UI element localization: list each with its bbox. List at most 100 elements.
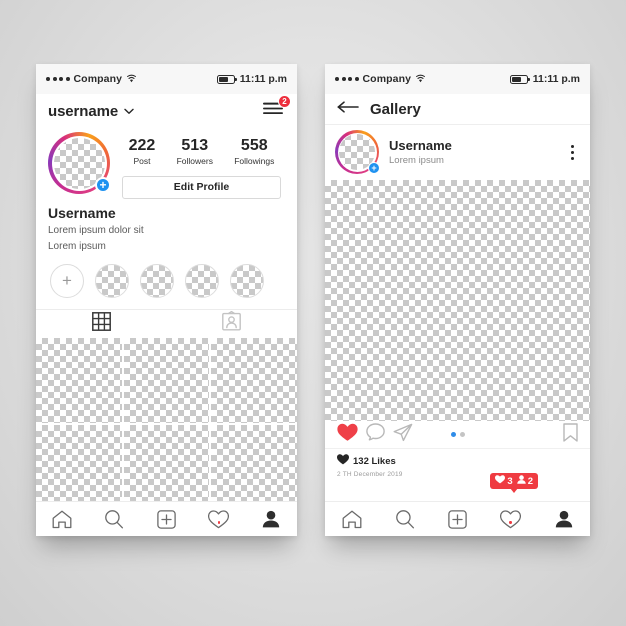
battery-icon bbox=[509, 74, 530, 84]
bookmark-outline-icon[interactable] bbox=[563, 422, 578, 447]
heart-filled-dark-icon bbox=[337, 454, 349, 468]
stat-posts-label: Post bbox=[133, 155, 151, 166]
grid-icon bbox=[91, 311, 111, 336]
profile-bio-line-2: Lorem ipsum bbox=[48, 241, 106, 253]
status-bar-left-group: Company bbox=[335, 70, 426, 88]
carousel-pager bbox=[450, 432, 465, 437]
activity-tooltip-right: 3 2 bbox=[490, 473, 538, 493]
stat-followings[interactable]: 558 Followings bbox=[234, 137, 274, 166]
status-bar-left: Company 11:11 p.m bbox=[36, 64, 297, 94]
bottom-nav-right bbox=[325, 501, 590, 536]
profile-photo-grid: 3 2 bbox=[36, 337, 297, 512]
add-highlight-button[interactable]: + bbox=[50, 263, 84, 298]
grid-cell[interactable] bbox=[36, 337, 122, 424]
person-card-icon bbox=[222, 311, 242, 336]
gallery-title: Gallery bbox=[370, 100, 421, 118]
status-bar-right-group: 11:11 p.m bbox=[509, 73, 580, 85]
hamburger-menu-button[interactable]: 2 bbox=[257, 95, 291, 124]
phone-right-gallery-screen: Company 11:11 p.m Gallery + Username Lor… bbox=[325, 64, 590, 536]
stat-posts[interactable]: 222 Post bbox=[128, 137, 156, 166]
phone-left-profile-screen: Company 11:11 p.m username 2 + 222 Post … bbox=[36, 64, 297, 536]
tooltip-followers-count: 2 bbox=[527, 475, 533, 487]
nav-home[interactable] bbox=[36, 510, 88, 529]
add-story-icon[interactable]: + bbox=[368, 162, 380, 174]
stat-followers[interactable]: 513 Followers bbox=[176, 137, 213, 166]
carrier-label: Company bbox=[362, 73, 412, 85]
menu-notification-badge: 2 bbox=[278, 95, 291, 108]
tooltip-followers: 2 bbox=[517, 475, 533, 487]
grid-cell[interactable] bbox=[211, 337, 297, 424]
story-highlights-row: + bbox=[36, 254, 297, 298]
post-actions-left bbox=[337, 422, 413, 447]
wifi-icon bbox=[415, 70, 426, 88]
post-actions bbox=[325, 421, 590, 448]
profile-stats: 222 Post 513 Followers 558 Followings bbox=[118, 132, 285, 166]
tooltip-likes-count: 3 bbox=[507, 475, 513, 487]
edit-profile-button[interactable]: Edit Profile bbox=[122, 175, 281, 199]
comment-bubble-icon[interactable] bbox=[366, 422, 385, 447]
nav-search[interactable] bbox=[378, 509, 431, 529]
send-paper-plane-icon[interactable] bbox=[393, 423, 413, 447]
heart-filled-icon[interactable] bbox=[337, 423, 358, 447]
grid-cell[interactable] bbox=[36, 425, 122, 512]
grid-cell[interactable] bbox=[123, 425, 210, 512]
gallery-header: Gallery bbox=[325, 94, 590, 124]
grid-cell[interactable] bbox=[123, 337, 210, 424]
tab-grid[interactable] bbox=[36, 311, 167, 336]
nav-activity[interactable] bbox=[484, 509, 537, 529]
add-story-icon[interactable]: + bbox=[95, 177, 111, 193]
pager-dot[interactable] bbox=[459, 432, 465, 437]
grid-cell[interactable] bbox=[211, 425, 297, 512]
carrier-label: Company bbox=[73, 73, 123, 85]
post-username[interactable]: Username bbox=[389, 138, 452, 153]
status-bar-right-group: 11:11 p.m bbox=[216, 73, 287, 85]
profile-tabs bbox=[36, 308, 298, 338]
stat-followers-label: Followers bbox=[176, 155, 213, 166]
highlight-item[interactable] bbox=[140, 263, 174, 298]
post-header: + Username Lorem ipsum bbox=[325, 124, 590, 180]
pager-dot-active[interactable] bbox=[450, 432, 456, 437]
post-photo[interactable] bbox=[325, 180, 590, 421]
signal-dots-icon bbox=[46, 77, 70, 81]
nav-search[interactable] bbox=[88, 509, 140, 529]
stat-followers-value: 513 bbox=[181, 137, 209, 154]
profile-username-bar: username 2 bbox=[36, 94, 297, 128]
highlight-item[interactable] bbox=[95, 263, 129, 298]
activity-indicator-dot bbox=[217, 521, 220, 524]
heart-filled-icon bbox=[495, 475, 506, 487]
signal-dots-icon bbox=[335, 77, 359, 81]
profile-avatar[interactable]: + bbox=[48, 132, 111, 194]
nav-add[interactable] bbox=[140, 509, 192, 529]
highlight-item[interactable] bbox=[230, 263, 264, 298]
kebab-menu-icon[interactable] bbox=[567, 141, 578, 164]
battery-icon bbox=[216, 74, 237, 84]
clock-label: 11:11 p.m bbox=[239, 73, 287, 85]
profile-bio-line-1: Lorem ipsum dolor sit bbox=[48, 224, 144, 236]
nav-profile[interactable] bbox=[537, 510, 590, 528]
likes-count-label: 132 Likes bbox=[353, 455, 396, 467]
status-bar-right: Company 11:11 p.m bbox=[325, 64, 590, 94]
profile-display-name: Username bbox=[48, 204, 116, 221]
chevron-down-icon[interactable] bbox=[124, 102, 134, 120]
nav-activity[interactable] bbox=[193, 509, 245, 529]
wifi-icon bbox=[126, 70, 137, 88]
profile-username-label[interactable]: username bbox=[48, 103, 118, 120]
screen-background: Company 11:11 p.m username 2 + 222 Post … bbox=[0, 0, 626, 626]
nav-home[interactable] bbox=[325, 510, 378, 529]
tab-tagged[interactable] bbox=[167, 311, 298, 336]
person-filled-icon bbox=[517, 475, 526, 487]
activity-indicator-dot bbox=[509, 521, 512, 524]
status-bar-left-group: Company bbox=[46, 70, 137, 88]
post-meta: Username Lorem ipsum bbox=[389, 138, 452, 166]
post-date-label: 2 TH December 2019 bbox=[337, 471, 403, 478]
stat-posts-value: 222 bbox=[128, 137, 156, 154]
profile-stats-block: 222 Post 513 Followers 558 Followings Ed… bbox=[110, 132, 285, 199]
stat-followings-value: 558 bbox=[240, 137, 268, 154]
tooltip-likes: 3 bbox=[495, 475, 513, 487]
highlight-item[interactable] bbox=[185, 263, 219, 298]
profile-bio: Username Lorem ipsum dolor sit Lorem ips… bbox=[36, 199, 297, 254]
post-avatar[interactable]: + bbox=[335, 130, 380, 174]
nav-profile[interactable] bbox=[245, 510, 297, 528]
arrow-left-icon[interactable] bbox=[337, 100, 359, 118]
nav-add[interactable] bbox=[431, 509, 484, 529]
